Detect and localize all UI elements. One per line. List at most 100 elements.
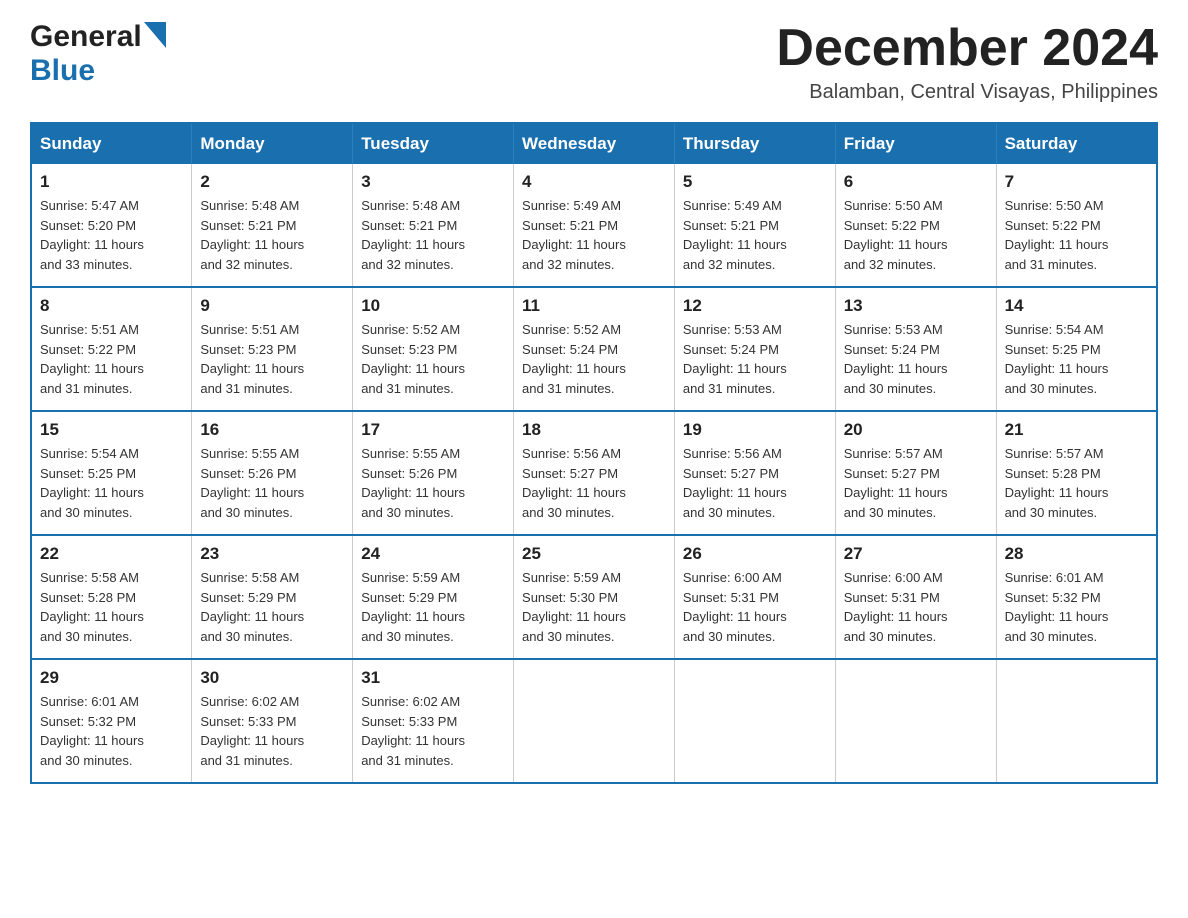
- day-number: 25: [522, 544, 666, 564]
- day-info: Sunrise: 5:57 AM Sunset: 5:28 PM Dayligh…: [1005, 444, 1148, 522]
- day-number: 16: [200, 420, 344, 440]
- calendar-cell: 7 Sunrise: 5:50 AM Sunset: 5:22 PM Daylig…: [996, 164, 1157, 287]
- day-info: Sunrise: 5:52 AM Sunset: 5:23 PM Dayligh…: [361, 320, 505, 398]
- title-block: December 2024 Balamban, Central Visayas,…: [776, 20, 1158, 104]
- day-info: Sunrise: 5:49 AM Sunset: 5:21 PM Dayligh…: [522, 196, 666, 274]
- calendar-cell: [514, 659, 675, 783]
- day-number: 11: [522, 296, 666, 316]
- calendar-cell: 26 Sunrise: 6:00 AM Sunset: 5:31 PM Dayli…: [674, 535, 835, 659]
- day-info: Sunrise: 6:01 AM Sunset: 5:32 PM Dayligh…: [40, 692, 183, 770]
- calendar-cell: 2Sunrise: 5:48 AM Sunset: 5:21 PM Daylig…: [192, 164, 353, 287]
- calendar-cell: 9 Sunrise: 5:51 AM Sunset: 5:23 PM Daylig…: [192, 287, 353, 411]
- day-info: Sunrise: 6:00 AM Sunset: 5:31 PM Dayligh…: [844, 568, 988, 646]
- weekday-header-sunday: Sunday: [31, 123, 192, 164]
- weekday-header-row: SundayMondayTuesdayWednesdayThursdayFrid…: [31, 123, 1157, 164]
- calendar-table: SundayMondayTuesdayWednesdayThursdayFrid…: [30, 122, 1158, 784]
- weekday-header-saturday: Saturday: [996, 123, 1157, 164]
- calendar-week-row: 8Sunrise: 5:51 AM Sunset: 5:22 PM Daylig…: [31, 287, 1157, 411]
- weekday-header-tuesday: Tuesday: [353, 123, 514, 164]
- calendar-cell: 19 Sunrise: 5:56 AM Sunset: 5:27 PM Dayli…: [674, 411, 835, 535]
- calendar-cell: 12Sunrise: 5:53 AM Sunset: 5:24 PM Dayli…: [674, 287, 835, 411]
- day-info: Sunrise: 5:51 AM Sunset: 5:23 PM Dayligh…: [200, 320, 344, 398]
- calendar-cell: 3 Sunrise: 5:48 AM Sunset: 5:21 PM Daylig…: [353, 164, 514, 287]
- day-number: 15: [40, 420, 183, 440]
- day-info: Sunrise: 5:58 AM Sunset: 5:28 PM Dayligh…: [40, 568, 183, 646]
- calendar-week-row: 1Sunrise: 5:47 AM Sunset: 5:20 PM Daylig…: [31, 164, 1157, 287]
- day-info: Sunrise: 5:54 AM Sunset: 5:25 PM Dayligh…: [1005, 320, 1148, 398]
- weekday-header-thursday: Thursday: [674, 123, 835, 164]
- calendar-week-row: 15 Sunrise: 5:54 AM Sunset: 5:25 PM Dayli…: [31, 411, 1157, 535]
- day-number: 30: [200, 668, 344, 688]
- calendar-cell: [835, 659, 996, 783]
- day-info: Sunrise: 5:53 AM Sunset: 5:24 PM Dayligh…: [683, 320, 827, 398]
- calendar-cell: 17 Sunrise: 5:55 AM Sunset: 5:26 PM Dayli…: [353, 411, 514, 535]
- day-number: 3: [361, 172, 505, 192]
- day-number: 31: [361, 668, 505, 688]
- day-info: Sunrise: 5:56 AM Sunset: 5:27 PM Dayligh…: [683, 444, 827, 522]
- calendar-cell: 16Sunrise: 5:55 AM Sunset: 5:26 PM Dayli…: [192, 411, 353, 535]
- day-number: 27: [844, 544, 988, 564]
- calendar-cell: 23 Sunrise: 5:58 AM Sunset: 5:29 PM Dayli…: [192, 535, 353, 659]
- day-number: 22: [40, 544, 183, 564]
- calendar-cell: 31 Sunrise: 6:02 AM Sunset: 5:33 PM Dayli…: [353, 659, 514, 783]
- calendar-cell: 4 Sunrise: 5:49 AM Sunset: 5:21 PM Daylig…: [514, 164, 675, 287]
- day-number: 19: [683, 420, 827, 440]
- calendar-week-row: 29 Sunrise: 6:01 AM Sunset: 5:32 PM Dayli…: [31, 659, 1157, 783]
- day-number: 4: [522, 172, 666, 192]
- day-number: 26: [683, 544, 827, 564]
- calendar-cell: 21 Sunrise: 5:57 AM Sunset: 5:28 PM Dayli…: [996, 411, 1157, 535]
- day-number: 17: [361, 420, 505, 440]
- day-number: 8: [40, 296, 183, 316]
- day-info: Sunrise: 5:54 AM Sunset: 5:25 PM Dayligh…: [40, 444, 183, 522]
- page-header: General Blue December 2024 Balamban, Cen…: [30, 20, 1158, 104]
- day-number: 6: [844, 172, 988, 192]
- day-info: Sunrise: 6:02 AM Sunset: 5:33 PM Dayligh…: [361, 692, 505, 770]
- weekday-header-friday: Friday: [835, 123, 996, 164]
- logo: General Blue: [30, 20, 166, 88]
- logo-general-text: General: [30, 20, 142, 54]
- day-number: 7: [1005, 172, 1148, 192]
- day-info: Sunrise: 5:58 AM Sunset: 5:29 PM Dayligh…: [200, 568, 344, 646]
- day-info: Sunrise: 5:50 AM Sunset: 5:22 PM Dayligh…: [1005, 196, 1148, 274]
- day-number: 10: [361, 296, 505, 316]
- day-number: 21: [1005, 420, 1148, 440]
- day-number: 9: [200, 296, 344, 316]
- day-number: 13: [844, 296, 988, 316]
- weekday-header-monday: Monday: [192, 123, 353, 164]
- day-number: 5: [683, 172, 827, 192]
- calendar-cell: 8Sunrise: 5:51 AM Sunset: 5:22 PM Daylig…: [31, 287, 192, 411]
- day-info: Sunrise: 5:48 AM Sunset: 5:21 PM Dayligh…: [200, 196, 344, 274]
- calendar-cell: 5Sunrise: 5:49 AM Sunset: 5:21 PM Daylig…: [674, 164, 835, 287]
- calendar-cell: 29 Sunrise: 6:01 AM Sunset: 5:32 PM Dayli…: [31, 659, 192, 783]
- day-number: 29: [40, 668, 183, 688]
- calendar-cell: 28Sunrise: 6:01 AM Sunset: 5:32 PM Dayli…: [996, 535, 1157, 659]
- calendar-cell: 24 Sunrise: 5:59 AM Sunset: 5:29 PM Dayli…: [353, 535, 514, 659]
- day-number: 24: [361, 544, 505, 564]
- day-info: Sunrise: 5:48 AM Sunset: 5:21 PM Dayligh…: [361, 196, 505, 274]
- logo-arrow-icon: [144, 22, 166, 53]
- day-info: Sunrise: 6:01 AM Sunset: 5:32 PM Dayligh…: [1005, 568, 1148, 646]
- day-number: 20: [844, 420, 988, 440]
- calendar-cell: 20 Sunrise: 5:57 AM Sunset: 5:27 PM Dayli…: [835, 411, 996, 535]
- day-info: Sunrise: 5:59 AM Sunset: 5:30 PM Dayligh…: [522, 568, 666, 646]
- calendar-cell: 10 Sunrise: 5:52 AM Sunset: 5:23 PM Dayli…: [353, 287, 514, 411]
- day-info: Sunrise: 6:00 AM Sunset: 5:31 PM Dayligh…: [683, 568, 827, 646]
- calendar-cell: [996, 659, 1157, 783]
- calendar-cell: 15 Sunrise: 5:54 AM Sunset: 5:25 PM Dayli…: [31, 411, 192, 535]
- day-info: Sunrise: 5:55 AM Sunset: 5:26 PM Dayligh…: [361, 444, 505, 522]
- weekday-header-wednesday: Wednesday: [514, 123, 675, 164]
- location-subtitle: Balamban, Central Visayas, Philippines: [776, 81, 1158, 104]
- day-number: 18: [522, 420, 666, 440]
- calendar-cell: 14Sunrise: 5:54 AM Sunset: 5:25 PM Dayli…: [996, 287, 1157, 411]
- day-info: Sunrise: 5:59 AM Sunset: 5:29 PM Dayligh…: [361, 568, 505, 646]
- calendar-cell: 30Sunrise: 6:02 AM Sunset: 5:33 PM Dayli…: [192, 659, 353, 783]
- day-info: Sunrise: 5:50 AM Sunset: 5:22 PM Dayligh…: [844, 196, 988, 274]
- calendar-cell: 1Sunrise: 5:47 AM Sunset: 5:20 PM Daylig…: [31, 164, 192, 287]
- month-title: December 2024: [776, 20, 1158, 77]
- day-number: 1: [40, 172, 183, 192]
- calendar-cell: 22 Sunrise: 5:58 AM Sunset: 5:28 PM Dayli…: [31, 535, 192, 659]
- day-info: Sunrise: 5:56 AM Sunset: 5:27 PM Dayligh…: [522, 444, 666, 522]
- calendar-cell: 11Sunrise: 5:52 AM Sunset: 5:24 PM Dayli…: [514, 287, 675, 411]
- day-number: 23: [200, 544, 344, 564]
- day-info: Sunrise: 5:57 AM Sunset: 5:27 PM Dayligh…: [844, 444, 988, 522]
